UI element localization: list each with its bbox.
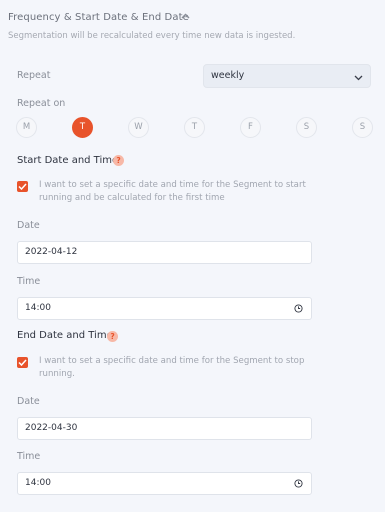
help-icon[interactable]: ? bbox=[107, 331, 118, 342]
checkmark-icon bbox=[18, 183, 27, 190]
clock-icon[interactable] bbox=[294, 304, 303, 313]
end-time-label: Time bbox=[17, 451, 41, 462]
start-checkbox[interactable] bbox=[17, 181, 28, 192]
start-time-input[interactable]: 14:00 bbox=[17, 297, 312, 320]
repeat-label: Repeat bbox=[17, 70, 51, 81]
help-icon[interactable]: ? bbox=[113, 155, 124, 166]
section-title: Frequency & Start Date & End Date bbox=[8, 12, 189, 23]
day-wednesday[interactable]: W bbox=[128, 117, 149, 138]
end-checkbox[interactable] bbox=[17, 357, 28, 368]
repeat-on-label: Repeat on bbox=[17, 98, 66, 109]
repeat-select[interactable]: weekly bbox=[203, 64, 371, 88]
start-date-label: Date bbox=[17, 220, 40, 231]
start-time-value: 14:00 bbox=[25, 303, 51, 313]
day-saturday[interactable]: S bbox=[296, 117, 317, 138]
start-checkbox-label: I want to set a specific date and time f… bbox=[39, 180, 306, 203]
end-section-title: End Date and Time bbox=[17, 330, 113, 341]
end-time-input[interactable]: 14:00 bbox=[17, 472, 312, 495]
end-date-value: 2022-04-30 bbox=[25, 423, 78, 433]
end-date-label: Date bbox=[17, 396, 40, 407]
day-friday[interactable]: F bbox=[240, 117, 261, 138]
end-time-value: 14:00 bbox=[25, 478, 51, 488]
day-sunday[interactable]: S bbox=[352, 117, 373, 138]
checkmark-icon bbox=[18, 359, 27, 366]
start-time-label: Time bbox=[17, 276, 41, 287]
end-checkbox-label: I want to set a specific date and time f… bbox=[39, 356, 305, 379]
chevron-up-icon[interactable] bbox=[181, 13, 190, 19]
start-section-title: Start Date and Time bbox=[17, 155, 119, 166]
day-monday[interactable]: M bbox=[16, 117, 37, 138]
end-date-input[interactable]: 2022-04-30 bbox=[17, 417, 312, 440]
day-thursday[interactable]: T bbox=[184, 117, 205, 138]
start-date-input[interactable]: 2022-04-12 bbox=[17, 241, 312, 264]
repeat-select-value: weekly bbox=[211, 70, 245, 81]
start-date-value: 2022-04-12 bbox=[25, 247, 78, 257]
section-subtitle: Segmentation will be recalculated every … bbox=[8, 31, 296, 41]
day-tuesday[interactable]: T bbox=[72, 117, 93, 138]
chevron-down-icon bbox=[354, 75, 363, 81]
clock-icon[interactable] bbox=[294, 479, 303, 488]
